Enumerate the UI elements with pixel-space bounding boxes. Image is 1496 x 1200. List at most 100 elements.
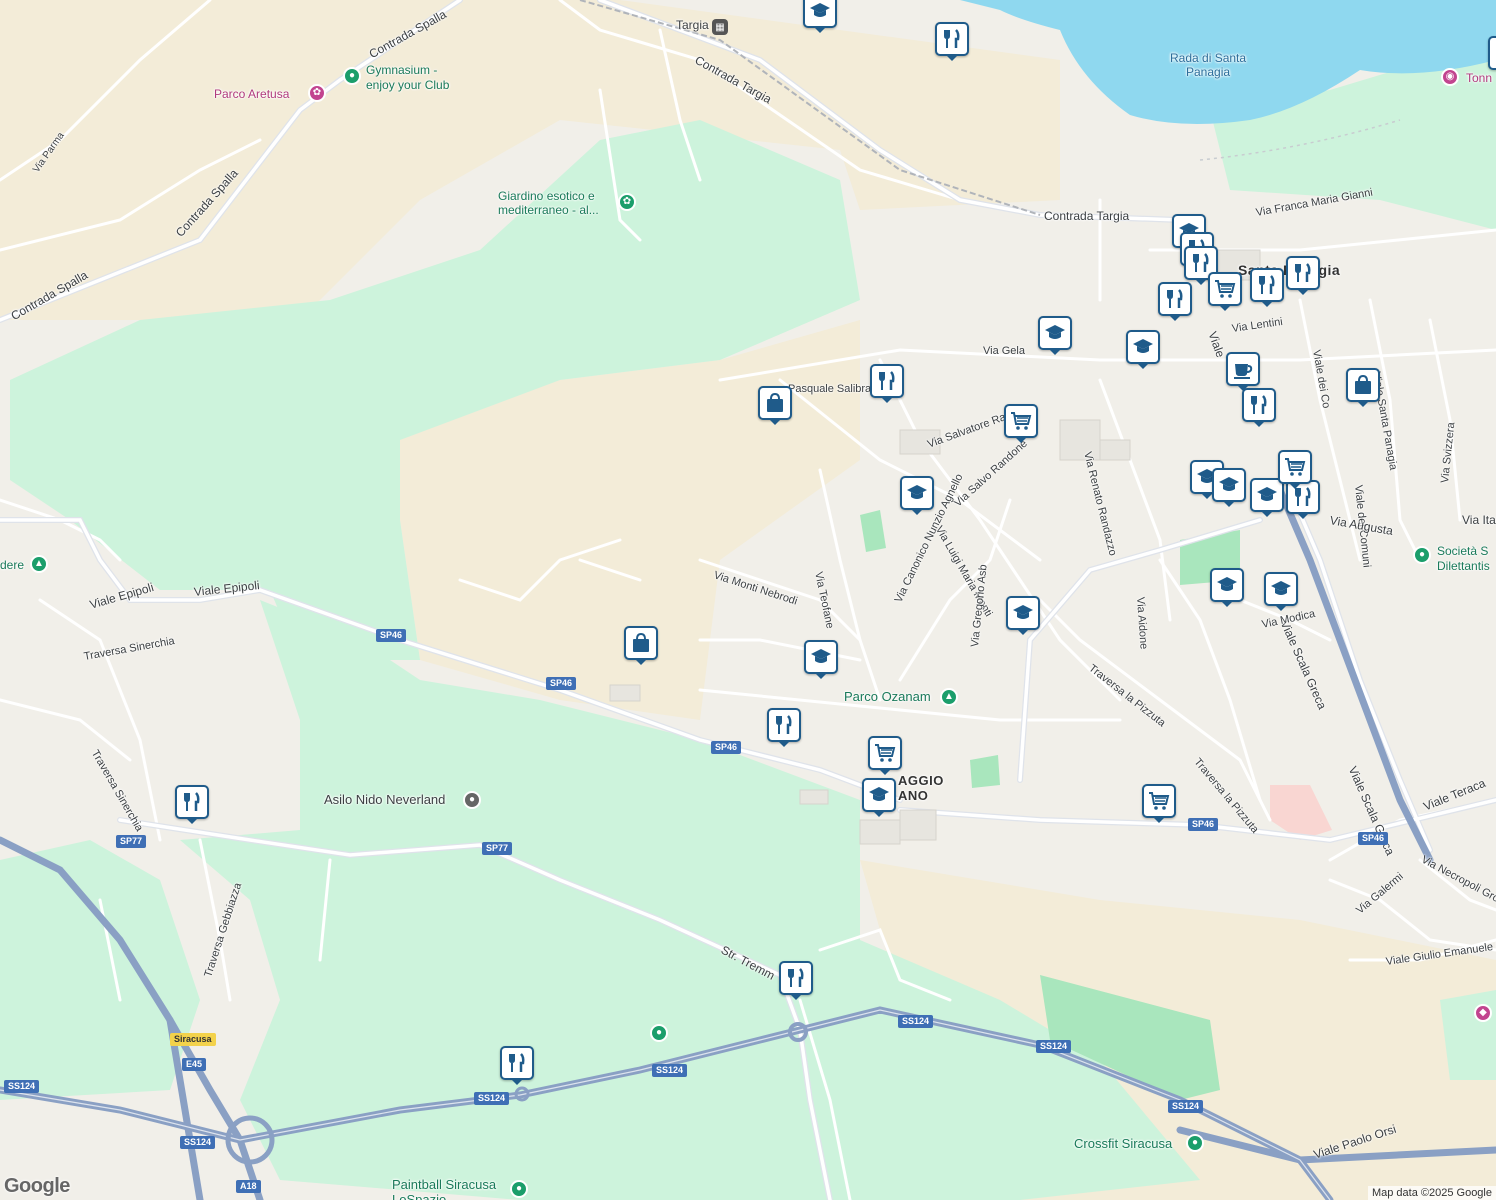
school-icon (1013, 605, 1033, 619)
label-crossfit-siracusa[interactable]: Crossfit Siracusa (1074, 1137, 1172, 1151)
restaurant-icon (1295, 263, 1311, 282)
shopping-pin[interactable] (624, 626, 658, 665)
park-tree-icon[interactable]: ▲ (940, 688, 958, 706)
restaurant-icon (184, 792, 200, 811)
school-pin[interactable] (804, 640, 838, 679)
shopping-cart-icon (1149, 792, 1170, 810)
label-parco-aretusa[interactable]: Parco Aretusa (214, 87, 289, 101)
park-icon[interactable]: ✿ (308, 84, 326, 102)
shopping-bag-icon (767, 392, 783, 412)
label-targia: Targia (676, 18, 709, 32)
label-asilo-nido-neverland[interactable]: Asilo Nido Neverland (324, 793, 445, 807)
school-place-icon[interactable]: ● (463, 791, 481, 809)
crossfit-gym-icon[interactable]: ● (1186, 1134, 1204, 1152)
school-icon (811, 649, 831, 663)
restaurant-pin[interactable] (1250, 268, 1284, 307)
edge-pin[interactable] (1488, 36, 1496, 70)
belvedere-tree-icon[interactable]: ▲ (30, 555, 48, 573)
restaurant-icon (788, 968, 804, 987)
school-pin[interactable] (1264, 572, 1298, 611)
paintball-icon[interactable]: ● (510, 1180, 528, 1198)
grocery-pin[interactable] (1142, 784, 1176, 823)
shopping-pin[interactable] (1346, 368, 1380, 407)
restaurant-pin[interactable] (1158, 282, 1192, 321)
grocery-pin[interactable] (1278, 450, 1312, 489)
shield-sp46: SP46 (711, 741, 742, 754)
label-pasquale-salibra: Pasquale Salibra (788, 383, 872, 395)
school-pin[interactable] (1126, 330, 1160, 369)
shield-ss124: SS124 (898, 1015, 934, 1028)
train-station-icon[interactable]: ▦ (712, 19, 728, 35)
shopping-cart-icon (1285, 458, 1306, 476)
coffee-cup-icon (1234, 364, 1253, 379)
grocery-pin[interactable] (1004, 404, 1038, 443)
grocery-pin[interactable] (868, 736, 902, 775)
restaurant-pin[interactable] (175, 785, 209, 824)
school-icon (1133, 339, 1153, 353)
shield-sp46: SP46 (546, 677, 577, 690)
garden-icon[interactable]: ✿ (618, 193, 636, 211)
school-icon (907, 485, 927, 499)
camera-icon[interactable]: ◉ (1441, 68, 1459, 86)
map-canvas[interactable]: Parco Aretusa ✿ ● Gymnasium - enjoy your… (0, 0, 1496, 1200)
shield-ss124: SS124 (4, 1080, 40, 1093)
shield-ss124: SS124 (652, 1064, 688, 1077)
shield-sp77: SP77 (116, 835, 147, 848)
shield-ss124: SS124 (474, 1092, 510, 1105)
shopping-cart-icon (875, 744, 896, 762)
label-villaggio: AGGIO ANO (898, 773, 944, 803)
restaurant-pin[interactable] (870, 364, 904, 403)
school-pin[interactable] (1250, 478, 1284, 517)
label-tonn[interactable]: Tonn (1466, 71, 1492, 85)
restaurant-pin[interactable] (779, 961, 813, 1000)
label-gymnasium[interactable]: Gymnasium - enjoy your Club (366, 63, 449, 93)
label-paintball-siracusa[interactable]: Paintball Siracusa LoSpazio (392, 1177, 496, 1200)
grocery-pin[interactable] (1208, 272, 1242, 311)
label-societa-sportiva[interactable]: Società S Dilettantis (1437, 544, 1490, 574)
gym-icon[interactable]: ● (343, 67, 361, 85)
school-icon (1045, 325, 1065, 339)
restaurant-icon (944, 29, 960, 48)
school-icon (1217, 577, 1237, 591)
restaurant-pin[interactable] (500, 1046, 534, 1085)
school-pin[interactable] (803, 0, 837, 33)
label-rada-santa-panagia: Rada di Santa Panagia (1170, 51, 1247, 79)
school-icon (810, 3, 830, 17)
google-logo[interactable]: Google (4, 1175, 70, 1198)
shopping-bag-icon (633, 632, 649, 652)
shopping-pin[interactable] (758, 386, 792, 425)
restaurant-pin[interactable] (1242, 388, 1276, 427)
shield-sp46: SP46 (376, 629, 407, 642)
attraction-icon[interactable]: ◆ (1474, 1004, 1492, 1022)
school-pin[interactable] (1212, 468, 1246, 507)
label-parco-ozanam[interactable]: Parco Ozanam (844, 690, 931, 704)
restaurant-icon (509, 1053, 525, 1072)
sports-club-icon[interactable]: ● (1413, 546, 1431, 564)
restaurant-pin[interactable] (1286, 256, 1320, 295)
restaurant-icon (879, 371, 895, 390)
label-giardino-esotico[interactable]: Giardino esotico e mediterraneo - al... (498, 189, 599, 217)
shield-ss124: SS124 (1168, 1100, 1204, 1113)
shield-siracusa: Siracusa (170, 1033, 216, 1046)
cafe-pin[interactable] (1226, 352, 1260, 391)
school-pin[interactable] (1210, 568, 1244, 607)
school-pin[interactable] (862, 778, 896, 817)
restaurant-pin[interactable] (767, 708, 801, 747)
label-via-gela: Via Gela (983, 345, 1025, 357)
shield-sp46: SP46 (1188, 818, 1219, 831)
restaurant-pin[interactable] (935, 22, 969, 61)
restaurant-icon (1193, 253, 1209, 272)
green-place-icon[interactable]: ● (650, 1024, 668, 1042)
restaurant-icon (1251, 395, 1267, 414)
shopping-cart-icon (1215, 280, 1236, 298)
label-via-ita: Via Ita (1462, 513, 1496, 527)
school-pin[interactable] (1038, 316, 1072, 355)
label-belvedere[interactable]: dere (0, 558, 24, 572)
restaurant-icon (776, 715, 792, 734)
school-pin[interactable] (900, 476, 934, 515)
school-icon (869, 787, 889, 801)
map-attribution[interactable]: Map data ©2025 Google (1367, 1186, 1496, 1200)
shield-e45: E45 (182, 1058, 207, 1071)
school-pin[interactable] (1006, 596, 1040, 635)
restaurant-icon (1259, 275, 1275, 294)
